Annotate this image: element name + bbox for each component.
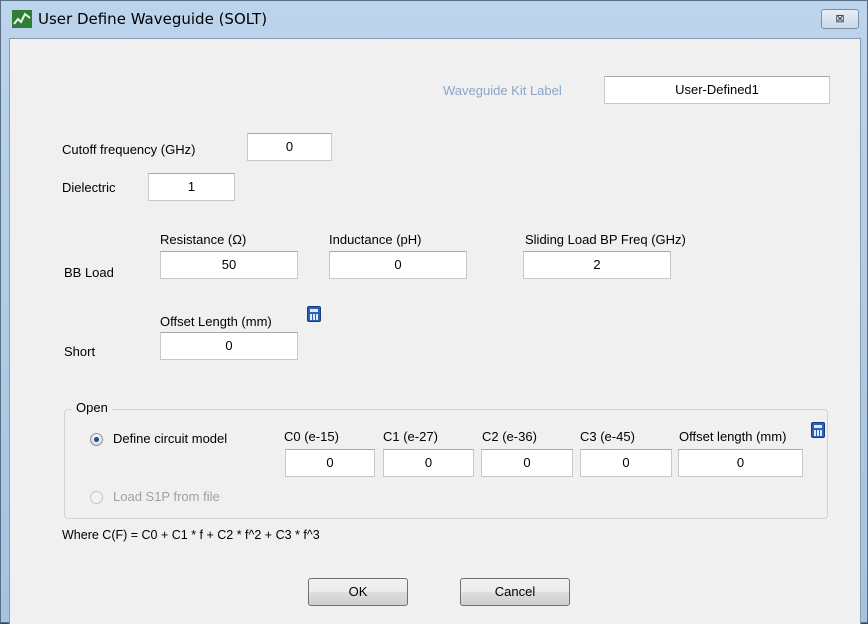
dielectric-field[interactable]: 1	[148, 173, 235, 201]
resistance-label: Resistance (Ω)	[160, 232, 247, 247]
sliding-load-label: Sliding Load BP Freq (GHz)	[525, 232, 686, 247]
c1-label: C1 (e-27)	[383, 429, 438, 444]
c1-field[interactable]: 0	[383, 449, 474, 477]
dialog-window: User Define Waveguide (SOLT) ⊠ Waveguide…	[0, 0, 868, 624]
cutoff-label: Cutoff frequency (GHz)	[62, 142, 196, 157]
kit-label-caption: Waveguide Kit Label	[443, 83, 562, 98]
calculator-icon[interactable]	[307, 306, 321, 322]
c0-label: C0 (e-15)	[284, 429, 339, 444]
ok-button[interactable]: OK	[308, 578, 408, 606]
short-offset-label: Offset Length (mm)	[160, 314, 272, 329]
c3-label: C3 (e-45)	[580, 429, 635, 444]
cancel-button[interactable]: Cancel	[460, 578, 570, 606]
c2-label: C2 (e-36)	[482, 429, 537, 444]
inductance-label: Inductance (pH)	[329, 232, 422, 247]
short-offset-field[interactable]: 0	[160, 332, 298, 360]
c3-field[interactable]: 0	[580, 449, 672, 477]
resistance-field[interactable]: 50	[160, 251, 298, 279]
load-s1p-radio[interactable]	[90, 491, 103, 504]
dialog-body: Waveguide Kit Label User-Defined1 Cutoff…	[9, 38, 861, 624]
title-bar[interactable]: User Define Waveguide (SOLT) ⊠	[1, 1, 867, 37]
cutoff-field[interactable]: 0	[247, 133, 332, 161]
open-group-title: Open	[72, 400, 112, 415]
inductance-field[interactable]: 0	[329, 251, 467, 279]
dielectric-label: Dielectric	[62, 180, 116, 195]
close-button[interactable]: ⊠	[821, 9, 859, 29]
sliding-load-field[interactable]: 2	[523, 251, 671, 279]
define-circuit-radio[interactable]	[90, 433, 103, 446]
waveguide-app-icon	[12, 10, 32, 28]
load-s1p-label[interactable]: Load S1P from file	[113, 489, 220, 504]
define-circuit-label[interactable]: Define circuit model	[113, 431, 227, 446]
bb-load-label: BB Load	[64, 265, 114, 280]
short-label: Short	[64, 344, 96, 359]
kit-label-field[interactable]: User-Defined1	[604, 76, 830, 104]
open-offset-label: Offset length (mm)	[679, 429, 787, 444]
formula-text: Where C(F) = C0 + C1 * f + C2 * f^2 + C3…	[62, 528, 320, 542]
open-offset-field[interactable]: 0	[678, 449, 803, 477]
c0-field[interactable]: 0	[285, 449, 375, 477]
window-title: User Define Waveguide (SOLT)	[38, 10, 268, 28]
c2-field[interactable]: 0	[481, 449, 573, 477]
close-icon: ⊠	[835, 13, 845, 25]
calculator-icon[interactable]	[811, 422, 825, 438]
